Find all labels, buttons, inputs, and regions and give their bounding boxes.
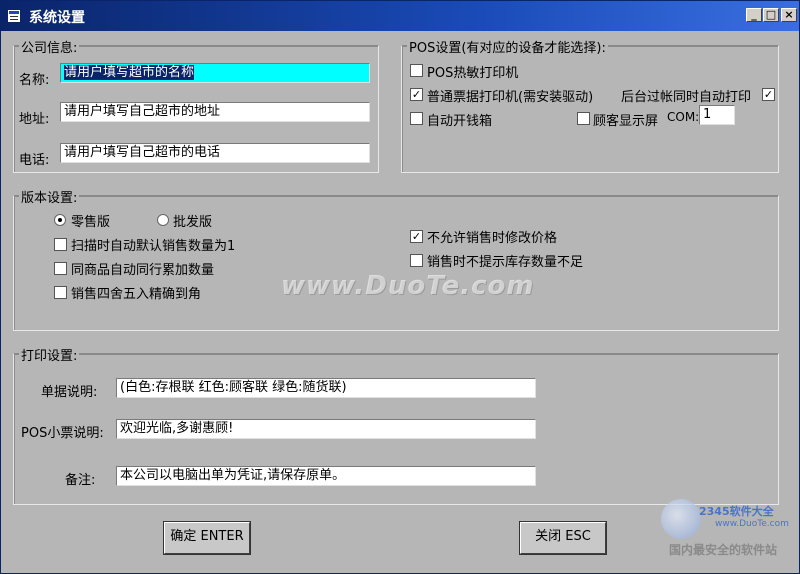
company-name-input[interactable]: 请用户填写超市的名称 [60, 63, 370, 83]
pos-settings-label: POS设置(有对应的设备才能选择): [407, 37, 608, 56]
cash-drawer-checkbox[interactable] [410, 112, 423, 125]
doc-note-label: 单据说明: [41, 385, 98, 400]
no-stock-warning-checkbox[interactable] [410, 254, 423, 267]
receipt-printer-checkbox[interactable]: ✓ [410, 88, 423, 101]
settings-window: 系统设置 _ □ × 公司信息: 名称: 请用户填写超市的名称 地址: 请用户填… [0, 0, 800, 574]
customer-display-checkbox[interactable] [577, 112, 590, 125]
doc-note-input[interactable]: (白色:存根联 红色:顾客联 绿色:随货联) [116, 378, 536, 398]
pos-note-input[interactable]: 欢迎光临,多谢惠顾! [116, 419, 536, 439]
thermal-printer-checkbox[interactable] [410, 64, 423, 77]
close-window-button[interactable]: × [781, 8, 797, 22]
ok-enter-button[interactable]: 确定 ENTER [164, 522, 250, 554]
duote-watermark: www.DuoTe.com [281, 271, 535, 301]
site-logo: 2345软件大全 www.DuoTe.com 国内最安全的软件站 [661, 499, 796, 559]
logo-url-text: www.DuoTe.com [715, 519, 789, 529]
retail-version-radio[interactable] [54, 214, 66, 226]
mascot-icon [661, 499, 701, 539]
company-info-label: 公司信息: [19, 37, 80, 56]
company-name-value: 请用户填写超市的名称 [64, 65, 195, 80]
same-item-accumulate-label: 同商品自动同行累加数量 [71, 263, 215, 278]
auto-print-checkbox[interactable]: ✓ [762, 88, 775, 101]
thermal-printer-label: POS热敏打印机 [427, 66, 519, 81]
company-phone-input[interactable]: 请用户填写自己超市的电话 [60, 143, 370, 163]
wholesale-version-label: 批发版 [173, 215, 213, 230]
company-name-label: 名称: [19, 73, 50, 88]
title-bar[interactable]: 系统设置 _ □ × [1, 1, 799, 31]
company-address-input[interactable]: 请用户填写自己超市的地址 [60, 102, 370, 122]
logo-brand-text: 2345软件大全 [699, 505, 774, 518]
remark-input[interactable]: 本公司以电脑出单为凭证,请保存原单。 [116, 466, 536, 486]
com-port-label: COM: [667, 110, 700, 124]
cash-drawer-label: 自动开钱箱 [427, 114, 493, 129]
remark-label: 备注: [65, 473, 96, 488]
disallow-price-change-checkbox[interactable]: ✓ [410, 230, 423, 243]
maximize-button[interactable]: □ [763, 8, 779, 22]
version-settings-label: 版本设置: [19, 187, 80, 206]
round-to-jiao-checkbox[interactable] [54, 286, 67, 299]
retail-version-label: 零售版 [71, 215, 111, 230]
wholesale-version-radio[interactable] [157, 214, 169, 226]
disallow-price-change-label: 不允许销售时修改价格 [427, 231, 558, 246]
scan-default-qty-checkbox[interactable] [54, 238, 67, 251]
pos-note-label: POS小票说明: [21, 426, 104, 441]
same-item-accumulate-checkbox[interactable] [54, 262, 67, 275]
auto-print-label: 后台过帐同时自动打印 [621, 90, 752, 105]
receipt-printer-label: 普通票据打印机(需安装驱动) [427, 90, 594, 105]
round-to-jiao-label: 销售四舍五入精确到角 [71, 287, 202, 302]
window-title: 系统设置 [29, 10, 85, 26]
close-esc-button[interactable]: 关闭 ESC [520, 522, 606, 554]
customer-display-label: 顾客显示屏 [593, 114, 659, 129]
com-port-input[interactable]: 1 [699, 105, 735, 125]
minimize-button[interactable]: _ [746, 8, 762, 22]
no-stock-warning-label: 销售时不提示库存数量不足 [427, 255, 584, 270]
scan-default-qty-label: 扫描时自动默认销售数量为1 [71, 239, 236, 254]
company-address-label: 地址: [19, 112, 50, 127]
company-phone-label: 电话: [19, 153, 50, 168]
app-window-icon [7, 9, 21, 23]
print-settings-label: 打印设置: [19, 345, 80, 364]
logo-slogan-text: 国内最安全的软件站 [669, 543, 778, 557]
